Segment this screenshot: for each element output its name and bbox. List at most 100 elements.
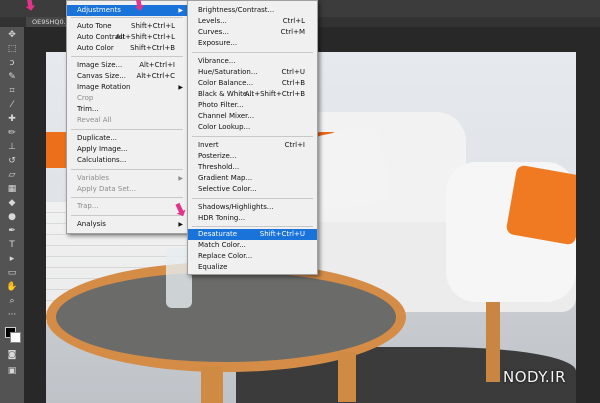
submenu-arrow-icon: ▶ (178, 84, 183, 91)
adjustments-submenu: Brightness/Contrast... Levels... Ctrl+L Cur… (187, 0, 318, 275)
menu-item-label: Variables (77, 174, 109, 182)
menu-item-shortcut: Ctrl+L (282, 17, 305, 25)
more-tools-icon[interactable]: ··· (5, 309, 19, 321)
orange-pillow-right (505, 164, 576, 246)
dodge-tool-icon[interactable]: ● (5, 211, 19, 223)
menu-item-replace-color[interactable]: Replace Color... (188, 251, 317, 262)
menu-item-trim[interactable]: Trim... (67, 104, 187, 115)
healing-brush-tool-icon[interactable]: ✚ (5, 113, 19, 125)
menu-item-label: Channel Mixer... (198, 112, 255, 120)
menu-item-apply-image[interactable]: Apply Image... (67, 144, 187, 155)
quick-mask-icon[interactable]: ◙ (5, 349, 19, 361)
menu-item-canvas-size[interactable]: Canvas Size... Alt+Ctrl+C (67, 71, 187, 82)
sofa-leg (486, 302, 500, 382)
menu-item-hue-saturation[interactable]: Hue/Saturation... Ctrl+U (188, 67, 317, 78)
menu-item-reveal-all: Reveal All (67, 115, 187, 126)
menu-item-label: Trap... (77, 202, 99, 210)
type-tool-icon[interactable]: T (5, 239, 19, 251)
menu-item-label: Desaturate (198, 230, 238, 238)
menu-item-black-white[interactable]: Black & White... Alt+Shift+Ctrl+B (188, 89, 317, 100)
menu-item-vibrance[interactable]: Vibrance... (188, 56, 317, 67)
menu-item-channel-mixer[interactable]: Channel Mixer... (188, 111, 317, 122)
menu-item-shortcut: Alt+Shift+Ctrl+L (115, 33, 175, 41)
menu-item-label: Replace Color... (198, 252, 253, 260)
menu-item-posterize[interactable]: Posterize... (188, 151, 317, 162)
menu-item-label: Apply Image... (77, 145, 128, 153)
menu-item-label: Shadows/Highlights... (198, 203, 274, 211)
lasso-tool-icon[interactable]: ↄ (5, 57, 19, 69)
menu-item-label: Equalize (198, 263, 228, 271)
screen-mode-icon[interactable]: ▣ (5, 365, 19, 377)
menu-item-auto-tone[interactable]: Auto Tone Shift+Ctrl+L (67, 21, 187, 32)
menu-item-desaturate[interactable]: Desaturate Shift+Ctrl+U (188, 229, 317, 240)
menu-item-label: Vibrance... (198, 57, 236, 65)
menu-item-auto-contrast[interactable]: Auto Contrast Alt+Shift+Ctrl+L (67, 32, 187, 43)
menu-item-gradient-map[interactable]: Gradient Map... (188, 173, 317, 184)
move-tool-icon[interactable]: ✥ (5, 29, 19, 41)
menu-item-brightness-contrast[interactable]: Brightness/Contrast... (188, 5, 317, 16)
menu-item-image-rotation[interactable]: Image Rotation ▶ (67, 82, 187, 93)
image-menu: Adjustments ▶ Auto Tone Shift+Ctrl+L Auto Co… (66, 0, 188, 234)
menu-item-hdr-toning[interactable]: HDR Toning... (188, 213, 317, 224)
menu-item-label: Match Color... (198, 241, 246, 249)
menu-separator (71, 197, 183, 198)
menu-item-shortcut: Ctrl+M (280, 28, 305, 36)
menu-item-shortcut: Ctrl+U (281, 68, 305, 76)
table-leg (338, 352, 356, 402)
menu-separator (71, 17, 183, 18)
history-brush-tool-icon[interactable]: ↺ (5, 155, 19, 167)
menu-item-levels[interactable]: Levels... Ctrl+L (188, 16, 317, 27)
menu-item-curves[interactable]: Curves... Ctrl+M (188, 27, 317, 38)
menu-item-label: Posterize... (198, 152, 237, 160)
hand-tool-icon[interactable]: ✋ (5, 281, 19, 293)
menu-item-photo-filter[interactable]: Photo Filter... (188, 100, 317, 111)
eyedropper-tool-icon[interactable]: ⁄ (5, 99, 19, 111)
menu-item-shortcut: Ctrl+B (281, 79, 305, 87)
path-select-tool-icon[interactable]: ▸ (5, 253, 19, 265)
menu-item-shadows-highlights[interactable]: Shadows/Highlights... (188, 202, 317, 213)
menu-item-threshold[interactable]: Threshold... (188, 162, 317, 173)
marquee-tool-icon[interactable]: ⬚ (5, 43, 19, 55)
eraser-tool-icon[interactable]: ▱ (5, 169, 19, 181)
menu-item-label: Photo Filter... (198, 101, 244, 109)
menu-item-label: Calculations... (77, 156, 127, 164)
pen-tool-icon[interactable]: ✒ (5, 225, 19, 237)
menu-item-label: Color Lookup... (198, 123, 251, 131)
menu-item-duplicate[interactable]: Duplicate... (67, 133, 187, 144)
menu-item-label: Image Size... (77, 61, 123, 69)
menu-item-shortcut: Alt+Ctrl+C (136, 72, 175, 80)
menu-item-shortcut: Ctrl+I (284, 141, 305, 149)
menu-item-label: Brightness/Contrast... (198, 6, 275, 14)
menu-item-image-size[interactable]: Image Size... Alt+Ctrl+I (67, 60, 187, 71)
menu-item-label: Adjustments (77, 6, 121, 14)
menu-item-analysis[interactable]: Analysis ▶ (67, 219, 187, 230)
gradient-tool-icon[interactable]: ▦ (5, 183, 19, 195)
blur-tool-icon[interactable]: ◆ (5, 197, 19, 209)
menu-separator (192, 226, 313, 227)
zoom-tool-icon[interactable]: ⌕ (5, 295, 19, 307)
menu-item-label: Selective Color... (198, 185, 257, 193)
menu-item-match-color[interactable]: Match Color... (188, 240, 317, 251)
menu-item-exposure[interactable]: Exposure... (188, 38, 317, 49)
menu-item-equalize[interactable]: Equalize (188, 262, 317, 273)
menu-item-calculations[interactable]: Calculations... (67, 155, 187, 166)
shape-tool-icon[interactable]: ▭ (5, 267, 19, 279)
quick-select-tool-icon[interactable]: ✎ (5, 71, 19, 83)
brush-tool-icon[interactable]: ✏ (5, 127, 19, 139)
menu-item-apply-data-set: Apply Data Set... (67, 184, 187, 195)
crop-tool-icon[interactable]: ⌗ (5, 85, 19, 97)
menu-item-selective-color[interactable]: Selective Color... (188, 184, 317, 195)
menu-item-label: Color Balance... (198, 79, 254, 87)
menu-item-label: Invert (198, 141, 219, 149)
menu-item-invert[interactable]: Invert Ctrl+I (188, 140, 317, 151)
menu-item-shortcut: Shift+Ctrl+L (131, 22, 175, 30)
menu-item-color-balance[interactable]: Color Balance... Ctrl+B (188, 78, 317, 89)
clone-stamp-tool-icon[interactable]: ⊥ (5, 141, 19, 153)
menu-item-color-lookup[interactable]: Color Lookup... (188, 122, 317, 133)
menu-separator (192, 52, 313, 53)
menu-item-label: Auto Color (77, 44, 114, 52)
menu-item-label: Canvas Size... (77, 72, 126, 80)
background-color-swatch[interactable] (10, 332, 21, 343)
menu-item-label: Duplicate... (77, 134, 118, 142)
menu-item-auto-color[interactable]: Auto Color Shift+Ctrl+B (67, 43, 187, 54)
